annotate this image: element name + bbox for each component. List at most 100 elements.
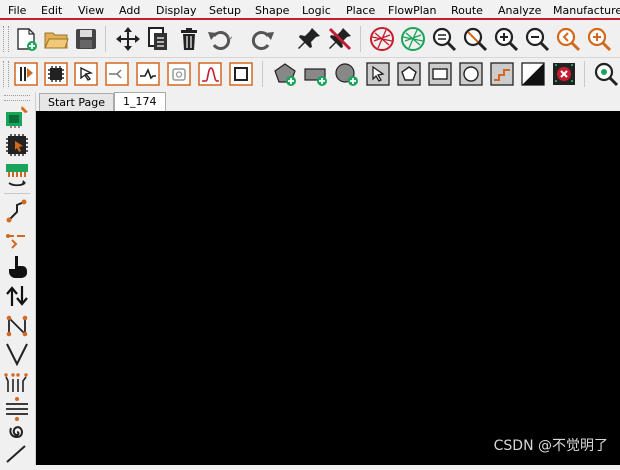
rectangle-add-icon: [304, 68, 327, 86]
zoom-world-button[interactable]: [585, 25, 613, 53]
fix-button[interactable]: [295, 25, 323, 53]
diagonal-fill-icon: [521, 62, 545, 86]
edit-pins-button[interactable]: [3, 160, 31, 188]
chip-icon: [44, 62, 68, 86]
tab-1-174[interactable]: 1_174: [114, 92, 166, 111]
connect-button[interactable]: [103, 60, 131, 88]
zoom-previous-button[interactable]: [554, 25, 582, 53]
main-toolbar: [0, 22, 620, 58]
undo-button[interactable]: [206, 25, 234, 53]
menu-view[interactable]: View: [78, 4, 104, 17]
connect-left-button[interactable]: [3, 198, 31, 226]
circle-button[interactable]: [457, 60, 485, 88]
menu-route[interactable]: Route: [451, 4, 483, 17]
separator: [105, 26, 106, 52]
redo-icon: [251, 31, 274, 50]
menu-flowplan[interactable]: FlowPlan: [388, 4, 437, 17]
menu-file[interactable]: File: [8, 4, 26, 17]
v-route-icon: [6, 343, 28, 367]
zoom-search-button[interactable]: [592, 60, 620, 88]
menu-logic[interactable]: Logic: [302, 4, 331, 17]
step-icon: [490, 62, 514, 86]
rats-all-button[interactable]: [399, 25, 427, 53]
unpin-icon: [328, 27, 352, 51]
menu-place[interactable]: Place: [346, 4, 375, 17]
fanout-icon: [4, 373, 28, 392]
step-button[interactable]: [488, 60, 516, 88]
pick-button[interactable]: [72, 60, 100, 88]
ratt-button[interactable]: [550, 60, 578, 88]
phase-tune-icon: [6, 445, 26, 463]
toolbar-grip[interactable]: [3, 26, 9, 52]
undo-icon: [208, 31, 233, 50]
zoom-in-button[interactable]: [492, 25, 520, 53]
add-circle-button[interactable]: [333, 60, 361, 88]
left-toolbar: [0, 92, 36, 465]
move-button[interactable]: [114, 25, 142, 53]
toolbar-grip[interactable]: [3, 61, 9, 87]
zoom-fit-button[interactable]: [430, 25, 458, 53]
connect-icon: [105, 62, 129, 86]
polygon-add-icon: [274, 63, 296, 86]
shape-compose-button[interactable]: [227, 60, 255, 88]
fanout-button[interactable]: [3, 368, 31, 396]
separator: [360, 26, 361, 52]
select-shape-button[interactable]: [364, 60, 392, 88]
unfix-button[interactable]: [326, 25, 354, 53]
pick-cursor-icon: [74, 62, 98, 86]
pin-swap-button[interactable]: [3, 312, 31, 340]
stack-button[interactable]: [519, 60, 547, 88]
circle-icon: [459, 62, 483, 86]
copy-button[interactable]: [144, 25, 172, 53]
pentagon-button[interactable]: [395, 60, 423, 88]
menu-add[interactable]: Add: [119, 4, 140, 17]
add-connect-button[interactable]: [134, 60, 162, 88]
menu-shape[interactable]: Shape: [255, 4, 289, 17]
pins-edit-icon: [6, 164, 28, 187]
pin-icon: [298, 28, 320, 49]
menu-analyze[interactable]: Analyze: [498, 4, 541, 17]
toolbar-grip[interactable]: [4, 95, 30, 101]
zoom-points-icon: [463, 27, 488, 52]
add-pad-button[interactable]: [271, 60, 299, 88]
slide-left-button[interactable]: [3, 227, 31, 255]
delete-button[interactable]: [175, 25, 203, 53]
shape-compose-icon: [229, 62, 253, 86]
menu-display[interactable]: Display: [156, 4, 197, 17]
zoom-out-icon: [525, 27, 550, 52]
place-manual-left-button[interactable]: [3, 102, 31, 130]
tab-start-page[interactable]: Start Page: [39, 93, 114, 111]
zoom-in-icon: [494, 27, 519, 52]
rectangle-button[interactable]: [426, 60, 454, 88]
delay-tune-button[interactable]: [196, 60, 224, 88]
save-button[interactable]: [72, 25, 100, 53]
zoom-points-button[interactable]: [461, 25, 489, 53]
redo-button[interactable]: [248, 25, 276, 53]
chip-cursor-icon: [6, 134, 28, 156]
place-board-icon: [6, 106, 28, 128]
menu-edit[interactable]: Edit: [41, 4, 62, 17]
place-component-left-button[interactable]: [3, 131, 31, 159]
route-v-button[interactable]: [3, 340, 31, 368]
design-canvas[interactable]: CSDN @不觉明了: [36, 111, 620, 465]
menu-bar: File Edit View Add Display Setup Shape L…: [0, 0, 620, 20]
menu-setup[interactable]: Setup: [209, 4, 241, 17]
flip-button[interactable]: [3, 282, 31, 310]
slide-button[interactable]: [165, 60, 193, 88]
zoom-out-button[interactable]: [523, 25, 551, 53]
slide-icon: [167, 62, 191, 86]
phase-button[interactable]: [3, 442, 31, 470]
hand-button[interactable]: [3, 252, 31, 280]
connect-route-icon: [6, 199, 27, 223]
add-rect-button[interactable]: [302, 60, 330, 88]
place-manual-button[interactable]: [12, 60, 40, 88]
menu-manufacture[interactable]: Manufacture: [553, 4, 620, 17]
zoom-world-icon: [587, 27, 612, 52]
place-component-button[interactable]: [42, 60, 70, 88]
open-button[interactable]: [42, 25, 70, 53]
open-folder-icon: [44, 32, 69, 49]
floppy-disk-icon: [76, 29, 96, 49]
select-arrow-icon: [366, 62, 390, 86]
unrats-all-button[interactable]: [368, 25, 396, 53]
new-design-button[interactable]: [12, 25, 40, 53]
